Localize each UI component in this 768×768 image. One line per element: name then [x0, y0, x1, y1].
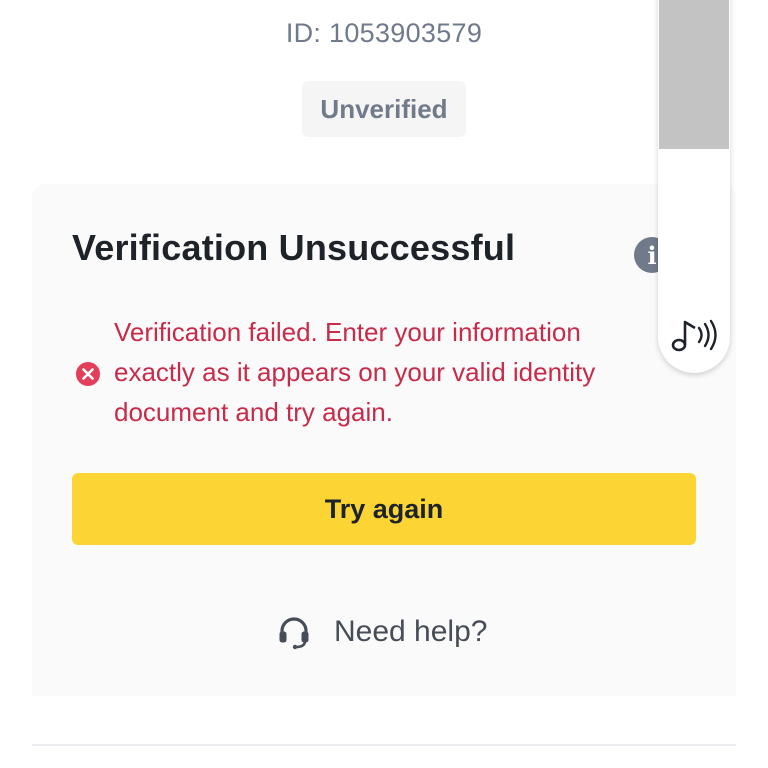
headset-icon — [279, 617, 309, 650]
music-note-sound-icon[interactable] — [670, 316, 718, 356]
try-again-button[interactable]: Try again — [72, 473, 696, 545]
need-help-link[interactable]: Need help? — [276, 608, 487, 656]
error-message: Verification failed. Enter your informat… — [114, 317, 596, 427]
status-badge: Unverified — [302, 81, 466, 137]
widget-scroll-track[interactable] — [659, 0, 729, 149]
floating-audio-widget[interactable] — [658, 0, 730, 373]
divider — [32, 744, 736, 746]
verification-page: ID: 1053903579 Unverified Verification U… — [0, 0, 768, 768]
error-x-circle-icon — [76, 362, 100, 386]
user-id-text: ID: 1053903579 — [285, 18, 483, 48]
need-help-label: Need help? — [334, 615, 488, 648]
card-title: Verification Unsuccessful — [72, 227, 516, 268]
